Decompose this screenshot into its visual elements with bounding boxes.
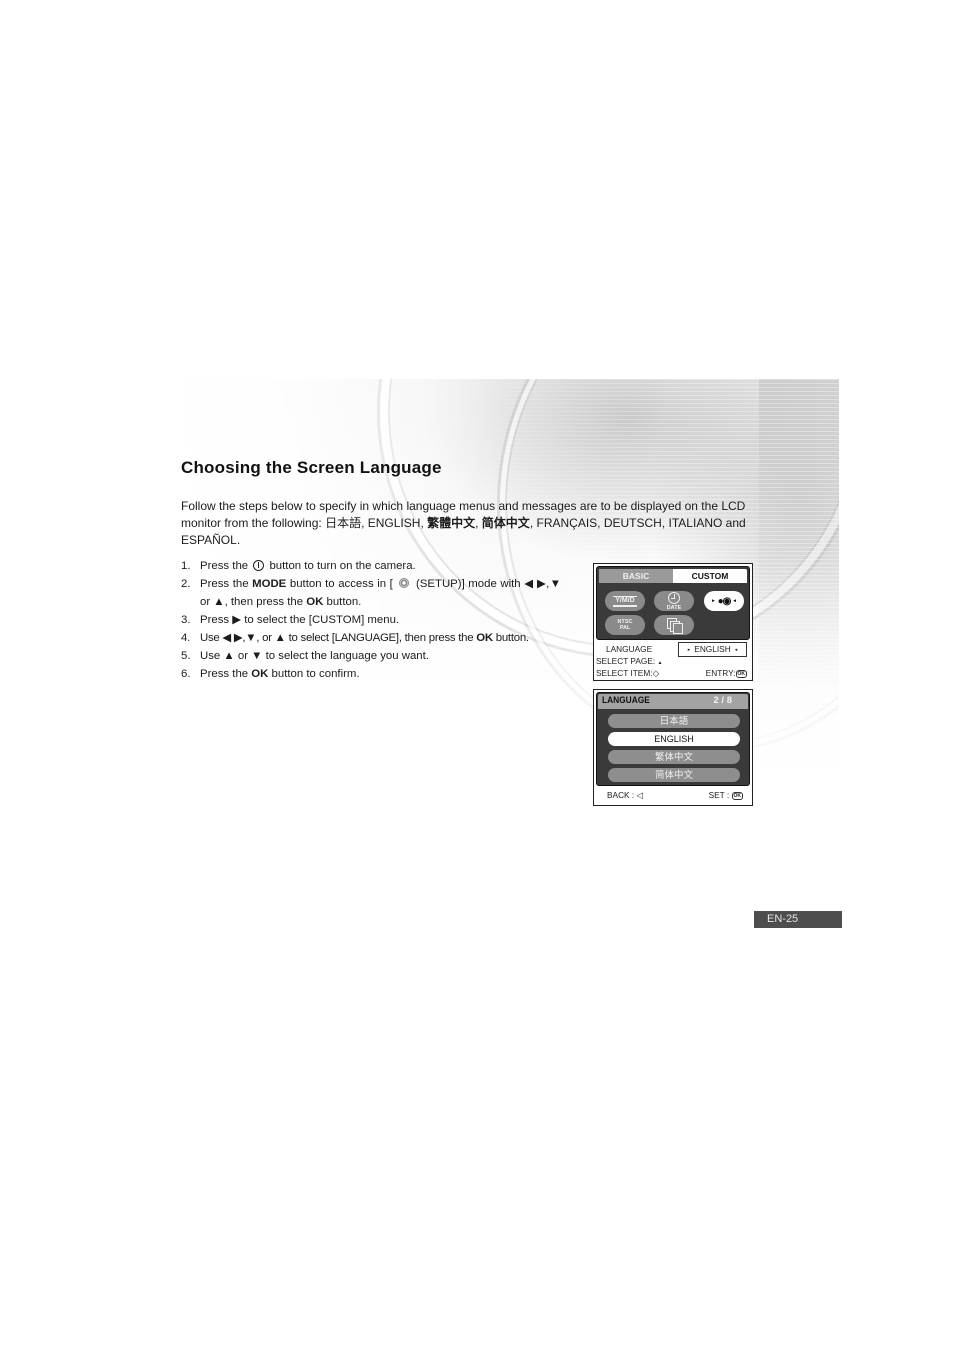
language-option-english[interactable]: ENGLISH [608, 732, 740, 746]
power-icon [253, 560, 265, 571]
language-option-traditional-chinese[interactable]: 繁体中文 [608, 750, 740, 764]
step-item: 4. Use ◀ ▶,▼, or ▲ to select [LANGUAGE], … [181, 629, 600, 647]
setup-icon [399, 578, 410, 588]
language-traditional-chinese: 繁體中文 [427, 516, 476, 530]
repeat-frames-icon[interactable] [654, 615, 694, 635]
step-number: 1. [181, 560, 191, 572]
lcd-language-menu-screenshot: LANGUAGE 2 / 8 日本語 ENGLISH 繁体中文 简体中文 BAC… [593, 689, 753, 806]
steps-list: 1. Press the button to turn on the camera… [181, 557, 561, 683]
step-item: 6. Press the OK button to confirm. [181, 665, 561, 683]
step-keyword: OK [251, 668, 269, 680]
up-arrow-icon: ▲ [657, 660, 663, 666]
step-keyword: OK [306, 596, 324, 608]
step-text: Press the [200, 560, 252, 572]
language-english: ENGLISH [367, 516, 421, 530]
video-output-icon[interactable]: NTSC PAL [605, 615, 645, 635]
step-text: Press the [200, 668, 252, 680]
back-arrow-icon: ◁ [636, 790, 643, 800]
step-text: Press ▶ to select the [CUSTOM] menu. [200, 614, 400, 626]
language-menu-header: LANGUAGE 2 / 8 [598, 694, 748, 709]
step-number: 4. [181, 632, 190, 644]
lcd-menu-panel: BASIC CUSTOM Y/M/D DATE ▸ ●◉ ◂ NTSC PAL [596, 566, 750, 640]
step-number: 2. [181, 578, 191, 590]
step-text: button to turn on the camera. [266, 560, 416, 572]
date-icon[interactable]: DATE [654, 591, 694, 611]
step-item: 2. Press the MODE button to access in [ (… [181, 575, 561, 611]
select-page-hint: SELECT PAGE: ▲ [596, 656, 663, 666]
step-item: 1. Press the button to turn on the camera… [181, 557, 561, 575]
language-option-simplified-chinese[interactable]: 简体中文 [608, 768, 740, 782]
step-item: 5. Use ▲ or ▼ to select the language you … [181, 647, 561, 665]
step-text: Use ▲ or ▼ to select the language you wa… [200, 650, 429, 662]
step-text: button to confirm. [268, 668, 360, 680]
dpad-icon: ◇ [652, 668, 659, 678]
person-speech-icon: ●◉ [717, 595, 732, 607]
ok-button-icon: OK [735, 670, 747, 678]
step-text: button. [323, 596, 362, 608]
step-keyword: MODE [252, 578, 287, 590]
language-list-panel: LANGUAGE 2 / 8 日本語 ENGLISH 繁体中文 简体中文 [596, 692, 750, 786]
date-format-icon[interactable]: Y/M/D [605, 591, 645, 611]
lcd-custom-menu-screenshot: BASIC CUSTOM Y/M/D DATE ▸ ●◉ ◂ NTSC PAL L… [593, 563, 753, 681]
step-item: 3. Press ▶ to select the [CUSTOM] menu. [181, 611, 561, 629]
language-option-japanese[interactable]: 日本語 [608, 714, 740, 728]
language-german: DEUTSCH [603, 516, 662, 530]
back-hint: BACK : ◁ [607, 790, 643, 800]
page-title: Choosing the Screen Language [181, 458, 442, 477]
language-icon[interactable]: ▸ ●◉ ◂ [704, 591, 744, 611]
intro-paragraph: Follow the steps below to specify in whi… [181, 499, 746, 547]
ok-button-icon: OK [731, 792, 743, 800]
set-hint: SET : OK [708, 790, 743, 800]
language-french: FRANÇAIS [536, 516, 598, 530]
language-menu-page: 2 / 8 [713, 695, 733, 706]
language-spanish: ESPAÑOL [181, 533, 237, 547]
page-number: EN-25 [754, 911, 842, 928]
step-text: Use ◀ ▶,▼, or ▲ to select [LANGUAGE], th… [200, 632, 477, 644]
setting-label: LANGUAGE [606, 644, 653, 654]
step-number: 5. [181, 650, 191, 662]
language-simplified-chinese: 简体中文 [481, 516, 530, 530]
step-text: Press the [200, 578, 253, 590]
step-text: button. [492, 632, 529, 644]
entry-hint: ENTRY: OK [705, 668, 747, 678]
step-number: 6. [181, 668, 191, 680]
language-italian: ITALIANO [668, 516, 723, 530]
select-item-hint: SELECT ITEM:◇ [596, 668, 659, 678]
step-text: button to access in [ [286, 578, 397, 590]
language-japanese: 日本語 [325, 516, 362, 530]
clock-icon [667, 591, 680, 604]
lcd-tabs: BASIC CUSTOM [599, 569, 747, 583]
tab-basic[interactable]: BASIC [599, 569, 673, 583]
tab-custom[interactable]: CUSTOM [673, 569, 747, 583]
step-keyword: OK [476, 632, 493, 644]
language-menu-title: LANGUAGE [602, 695, 650, 706]
setting-value-selector[interactable]: ▸ ENGLISH ◂ [678, 642, 747, 657]
step-number: 3. [181, 614, 191, 626]
